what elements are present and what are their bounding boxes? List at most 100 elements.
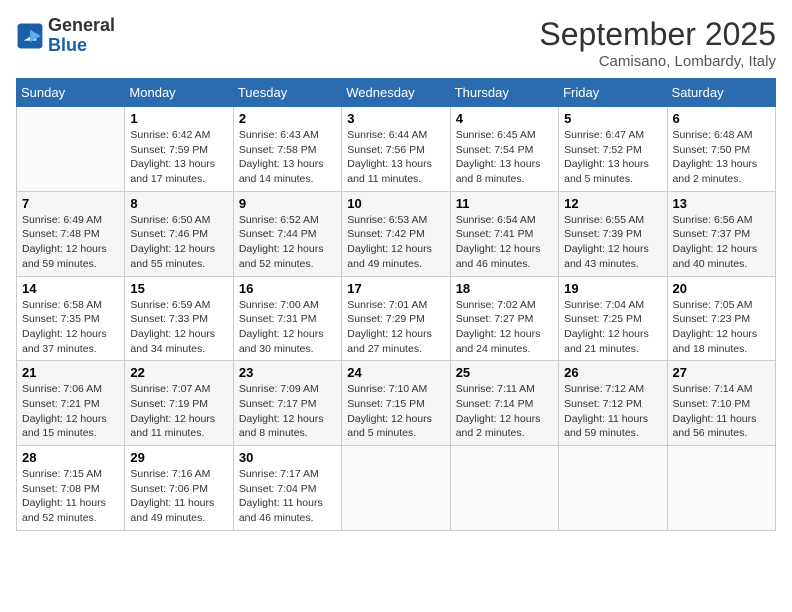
calendar-cell: 13Sunrise: 6:56 AMSunset: 7:37 PMDayligh… [667, 191, 775, 276]
calendar-table: SundayMondayTuesdayWednesdayThursdayFrid… [16, 78, 776, 531]
day-info: Sunrise: 7:04 AMSunset: 7:25 PMDaylight:… [564, 298, 661, 357]
day-info: Sunrise: 7:09 AMSunset: 7:17 PMDaylight:… [239, 382, 336, 441]
calendar-cell: 1 Sunrise: 6:42 AMSunset: 7:59 PMDaylight… [125, 107, 233, 192]
calendar-cell: 21 Sunrise: 7:06 AMSunset: 7:21 PMDayligh… [17, 361, 125, 446]
day-info: Sunrise: 6:43 AMSunset: 7:58 PMDaylight:… [239, 128, 336, 187]
calendar-week-row: 1 Sunrise: 6:42 AMSunset: 7:59 PMDaylight… [17, 107, 776, 192]
day-number: 19 [564, 281, 661, 296]
calendar-cell: 20 Sunrise: 7:05 AMSunset: 7:23 PMDayligh… [667, 276, 775, 361]
calendar-cell: 29 Sunrise: 7:16 AMSunset: 7:06 PMDayligh… [125, 446, 233, 531]
calendar-cell: 7Sunrise: 6:49 AMSunset: 7:48 PMDaylight… [17, 191, 125, 276]
day-number: 22 [130, 365, 227, 380]
day-info: Sunrise: 6:50 AMSunset: 7:46 PMDaylight:… [130, 213, 227, 272]
day-info: Sunrise: 7:17 AMSunset: 7:04 PMDaylight:… [239, 467, 336, 526]
calendar-cell: 8 Sunrise: 6:50 AMSunset: 7:46 PMDaylight… [125, 191, 233, 276]
day-info: Sunrise: 6:42 AMSunset: 7:59 PMDaylight:… [130, 128, 227, 187]
logo: General Blue [16, 16, 115, 56]
day-number: 20 [673, 281, 770, 296]
day-number: 5 [564, 111, 661, 126]
day-number: 12 [564, 196, 661, 211]
day-number: 18 [456, 281, 553, 296]
day-info: Sunrise: 7:01 AMSunset: 7:29 PMDaylight:… [347, 298, 444, 357]
day-number: 6 [673, 111, 770, 126]
day-number: 21 [22, 365, 119, 380]
day-number: 8 [130, 196, 227, 211]
title-block: September 2025 Camisano, Lombardy, Italy [539, 16, 776, 70]
page-header: General Blue September 2025 Camisano, Lo… [16, 16, 776, 70]
calendar-cell: 25Sunrise: 7:11 AMSunset: 7:14 PMDayligh… [450, 361, 558, 446]
calendar-week-row: 21 Sunrise: 7:06 AMSunset: 7:21 PMDayligh… [17, 361, 776, 446]
day-number: 29 [130, 450, 227, 465]
day-number: 27 [673, 365, 770, 380]
weekday-header: Monday [125, 79, 233, 107]
calendar-cell: 5 Sunrise: 6:47 AMSunset: 7:52 PMDaylight… [559, 107, 667, 192]
day-number: 1 [130, 111, 227, 126]
weekday-header-row: SundayMondayTuesdayWednesdayThursdayFrid… [17, 79, 776, 107]
calendar-week-row: 28 Sunrise: 7:15 AMSunset: 7:08 PMDayligh… [17, 446, 776, 531]
day-number: 16 [239, 281, 336, 296]
calendar-cell: 10 Sunrise: 6:53 AMSunset: 7:42 PMDayligh… [342, 191, 450, 276]
weekday-header: Sunday [17, 79, 125, 107]
day-info: Sunrise: 7:14 AMSunset: 7:10 PMDaylight:… [673, 382, 770, 441]
calendar-cell: 23Sunrise: 7:09 AMSunset: 7:17 PMDayligh… [233, 361, 341, 446]
calendar-cell: 4Sunrise: 6:45 AMSunset: 7:54 PMDaylight… [450, 107, 558, 192]
month-title: September 2025 [539, 16, 776, 53]
day-number: 30 [239, 450, 336, 465]
day-info: Sunrise: 7:00 AMSunset: 7:31 PMDaylight:… [239, 298, 336, 357]
calendar-cell: 16 Sunrise: 7:00 AMSunset: 7:31 PMDayligh… [233, 276, 341, 361]
calendar-cell: 3Sunrise: 6:44 AMSunset: 7:56 PMDaylight… [342, 107, 450, 192]
day-number: 3 [347, 111, 444, 126]
day-info: Sunrise: 7:15 AMSunset: 7:08 PMDaylight:… [22, 467, 119, 526]
day-info: Sunrise: 7:02 AMSunset: 7:27 PMDaylight:… [456, 298, 553, 357]
day-number: 14 [22, 281, 119, 296]
calendar-cell: 30 Sunrise: 7:17 AMSunset: 7:04 PMDayligh… [233, 446, 341, 531]
day-number: 2 [239, 111, 336, 126]
day-info: Sunrise: 6:55 AMSunset: 7:39 PMDaylight:… [564, 213, 661, 272]
day-info: Sunrise: 6:48 AMSunset: 7:50 PMDaylight:… [673, 128, 770, 187]
weekday-header: Saturday [667, 79, 775, 107]
day-info: Sunrise: 6:56 AMSunset: 7:37 PMDaylight:… [673, 213, 770, 272]
day-info: Sunrise: 7:06 AMSunset: 7:21 PMDaylight:… [22, 382, 119, 441]
calendar-week-row: 7Sunrise: 6:49 AMSunset: 7:48 PMDaylight… [17, 191, 776, 276]
calendar-cell: 2 Sunrise: 6:43 AMSunset: 7:58 PMDaylight… [233, 107, 341, 192]
calendar-cell: 22 Sunrise: 7:07 AMSunset: 7:19 PMDayligh… [125, 361, 233, 446]
calendar-cell [342, 446, 450, 531]
day-info: Sunrise: 6:45 AMSunset: 7:54 PMDaylight:… [456, 128, 553, 187]
day-number: 11 [456, 196, 553, 211]
logo-text: General Blue [48, 16, 115, 56]
calendar-cell [450, 446, 558, 531]
day-info: Sunrise: 6:53 AMSunset: 7:42 PMDaylight:… [347, 213, 444, 272]
day-number: 10 [347, 196, 444, 211]
day-number: 17 [347, 281, 444, 296]
day-info: Sunrise: 7:12 AMSunset: 7:12 PMDaylight:… [564, 382, 661, 441]
calendar-cell: 11 Sunrise: 6:54 AMSunset: 7:41 PMDayligh… [450, 191, 558, 276]
day-info: Sunrise: 7:05 AMSunset: 7:23 PMDaylight:… [673, 298, 770, 357]
day-number: 24 [347, 365, 444, 380]
day-info: Sunrise: 7:07 AMSunset: 7:19 PMDaylight:… [130, 382, 227, 441]
calendar-cell: 19 Sunrise: 7:04 AMSunset: 7:25 PMDayligh… [559, 276, 667, 361]
calendar-cell: 6 Sunrise: 6:48 AMSunset: 7:50 PMDaylight… [667, 107, 775, 192]
weekday-header: Thursday [450, 79, 558, 107]
day-info: Sunrise: 6:52 AMSunset: 7:44 PMDaylight:… [239, 213, 336, 272]
day-info: Sunrise: 6:47 AMSunset: 7:52 PMDaylight:… [564, 128, 661, 187]
day-number: 25 [456, 365, 553, 380]
calendar-cell: 12 Sunrise: 6:55 AMSunset: 7:39 PMDayligh… [559, 191, 667, 276]
calendar-cell: 28 Sunrise: 7:15 AMSunset: 7:08 PMDayligh… [17, 446, 125, 531]
day-number: 26 [564, 365, 661, 380]
calendar-cell: 24 Sunrise: 7:10 AMSunset: 7:15 PMDayligh… [342, 361, 450, 446]
calendar-cell: 15 Sunrise: 6:59 AMSunset: 7:33 PMDayligh… [125, 276, 233, 361]
day-info: Sunrise: 6:58 AMSunset: 7:35 PMDaylight:… [22, 298, 119, 357]
day-info: Sunrise: 7:10 AMSunset: 7:15 PMDaylight:… [347, 382, 444, 441]
day-number: 15 [130, 281, 227, 296]
weekday-header: Wednesday [342, 79, 450, 107]
day-number: 28 [22, 450, 119, 465]
calendar-cell: 14 Sunrise: 6:58 AMSunset: 7:35 PMDayligh… [17, 276, 125, 361]
calendar-week-row: 14 Sunrise: 6:58 AMSunset: 7:35 PMDayligh… [17, 276, 776, 361]
day-info: Sunrise: 6:54 AMSunset: 7:41 PMDaylight:… [456, 213, 553, 272]
weekday-header: Tuesday [233, 79, 341, 107]
calendar-cell: 27 Sunrise: 7:14 AMSunset: 7:10 PMDayligh… [667, 361, 775, 446]
day-info: Sunrise: 6:59 AMSunset: 7:33 PMDaylight:… [130, 298, 227, 357]
calendar-cell [559, 446, 667, 531]
day-info: Sunrise: 7:16 AMSunset: 7:06 PMDaylight:… [130, 467, 227, 526]
calendar-cell: 17 Sunrise: 7:01 AMSunset: 7:29 PMDayligh… [342, 276, 450, 361]
